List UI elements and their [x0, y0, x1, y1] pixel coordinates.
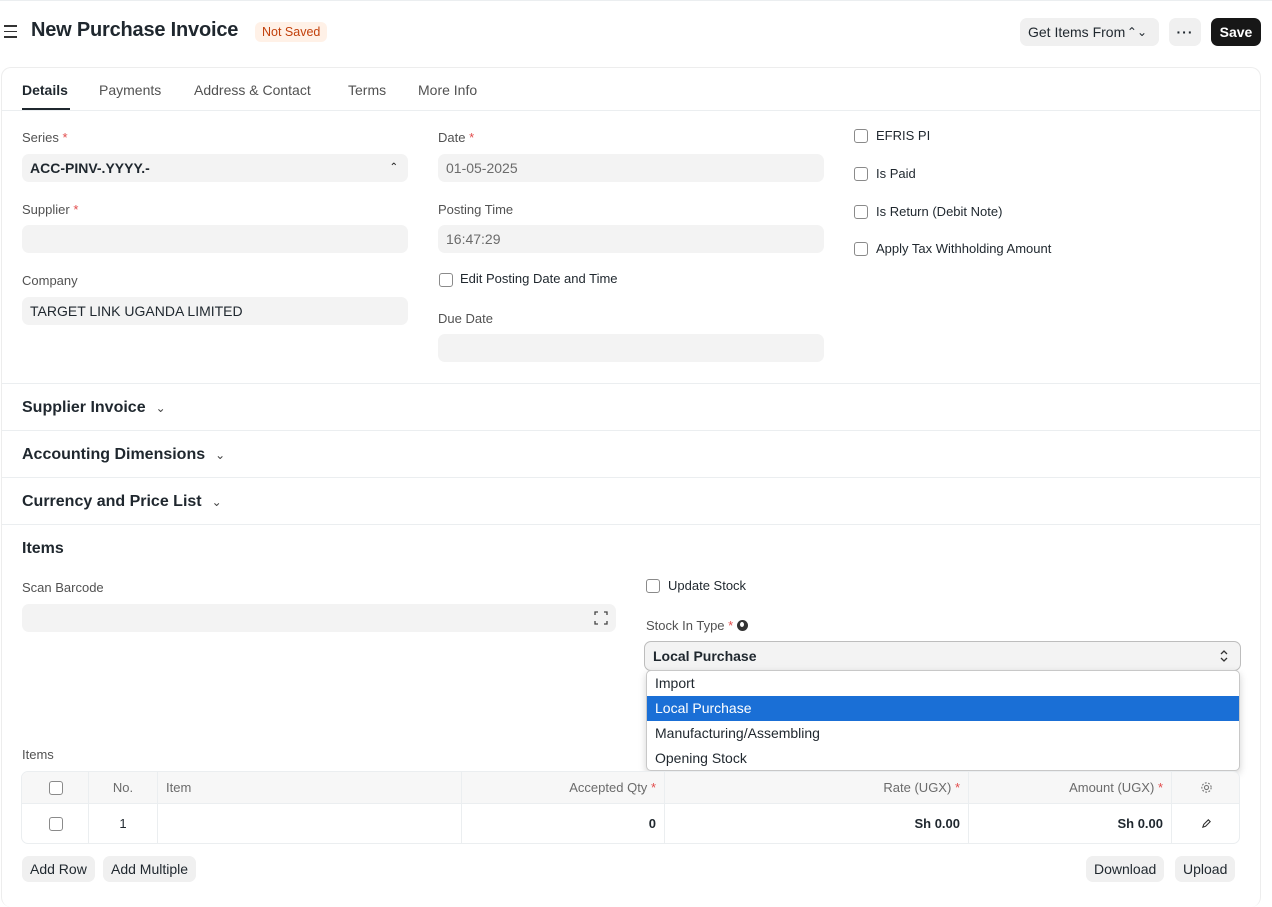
stock-in-type-select[interactable]: Local Purchase [644, 641, 1241, 671]
header-accepted-qty: Accepted Qty * [462, 772, 665, 803]
supplier-input[interactable] [22, 225, 408, 253]
stock-in-type-label: Stock In Type * [646, 618, 749, 633]
pencil-icon [1201, 819, 1211, 829]
dropdown-option-local-purchase[interactable]: Local Purchase [647, 696, 1239, 721]
top-border [0, 0, 1272, 3]
scan-barcode-label: Scan Barcode [22, 580, 104, 595]
table-row[interactable]: 1 0 Sh 0.00 Sh 0.00 [22, 804, 1239, 843]
is-return-label: Is Return (Debit Note) [876, 204, 1003, 219]
edit-posting-checkbox[interactable] [439, 273, 453, 287]
header-rate: Rate (UGX) * [665, 772, 969, 803]
globe-icon [737, 620, 749, 631]
apply-tax-withholding-checkbox[interactable] [854, 242, 868, 256]
due-date-input[interactable] [438, 334, 824, 362]
posting-time-input[interactable]: 16:47:29 [438, 225, 824, 253]
efris-pi-label: EFRIS PI [876, 128, 931, 143]
section-divider [2, 524, 1260, 525]
due-date-label: Due Date [438, 311, 493, 326]
section-divider [2, 383, 1260, 384]
row-amount: Sh 0.00 [969, 804, 1172, 843]
section-divider [2, 430, 1260, 431]
save-button[interactable]: Save [1211, 18, 1261, 46]
items-table-label: Items [22, 747, 54, 762]
select-arrows-icon [1220, 650, 1228, 662]
chevron-down-icon: ⌄ [155, 401, 166, 415]
add-multiple-button[interactable]: Add Multiple [103, 856, 197, 882]
company-input[interactable]: TARGET LINK UGANDA LIMITED [22, 297, 408, 325]
header-no: No. [89, 772, 158, 803]
section-supplier-invoice[interactable]: Supplier Invoice ⌄ [22, 399, 166, 417]
row-select [22, 804, 89, 843]
section-currency-price-list[interactable]: Currency and Price List ⌄ [22, 493, 222, 511]
dropdown-option-opening-stock[interactable]: Opening Stock [647, 746, 1239, 770]
gear-icon [1201, 782, 1212, 793]
upload-button[interactable]: Upload [1175, 856, 1236, 882]
is-paid-label: Is Paid [876, 166, 916, 181]
hamburger-menu-icon[interactable] [4, 25, 18, 39]
scan-barcode-input[interactable] [22, 604, 616, 632]
header-item: Item [158, 772, 462, 803]
get-items-from-button[interactable]: Get Items From ⌃⌄ [1020, 18, 1159, 46]
is-return-checkbox[interactable] [854, 205, 868, 219]
items-table: No. Item Accepted Qty * Rate (UGX) * Amo… [21, 771, 1240, 844]
posting-time-label: Posting Time [438, 202, 514, 217]
active-tab-indicator [22, 108, 70, 110]
header-select-all [22, 772, 89, 803]
select-arrows-icon: ⌃ [389, 162, 398, 173]
date-label: Date * [438, 130, 475, 145]
company-label: Company [22, 273, 78, 288]
chevron-down-icon: ⌄ [215, 448, 226, 462]
table-header: No. Item Accepted Qty * Rate (UGX) * Amo… [22, 772, 1239, 804]
update-stock-label: Update Stock [668, 578, 747, 593]
status-badge: Not Saved [255, 22, 328, 42]
download-button[interactable]: Download [1086, 856, 1165, 882]
row-item[interactable] [158, 804, 462, 843]
items-section-title: Items [22, 540, 64, 557]
tab-more-info[interactable]: More Info [418, 82, 477, 98]
row-rate[interactable]: Sh 0.00 [665, 804, 969, 843]
tab-payments[interactable]: Payments [99, 82, 161, 98]
section-accounting-dimensions[interactable]: Accounting Dimensions ⌄ [22, 446, 225, 464]
dropdown-option-import[interactable]: Import [647, 671, 1239, 696]
chevron-down-icon: ⌄ [211, 495, 222, 509]
update-stock-checkbox[interactable] [646, 579, 660, 593]
stock-in-type-dropdown: Import Local Purchase Manufacturing/Asse… [646, 670, 1240, 771]
edit-posting-label: Edit Posting Date and Time [460, 271, 618, 286]
dropdown-option-manufacturing[interactable]: Manufacturing/Assembling [647, 721, 1239, 746]
column-settings[interactable] [1172, 772, 1239, 803]
row-no: 1 [89, 804, 158, 843]
add-row-button[interactable]: Add Row [22, 856, 95, 882]
tab-address-contact[interactable]: Address & Contact [194, 82, 311, 98]
up-down-chevron-icon: ⌃⌄ [1126, 25, 1147, 39]
tab-bar: Details Payments Address & Contact Terms… [2, 68, 1260, 111]
tab-details[interactable]: Details [22, 82, 68, 98]
apply-tax-withholding-label: Apply Tax Withholding Amount [876, 241, 1052, 256]
is-paid-checkbox[interactable] [854, 167, 868, 181]
row-accepted-qty[interactable]: 0 [462, 804, 665, 843]
series-value: ACC-PINV-.YYYY.- [30, 160, 150, 176]
efris-pi-checkbox[interactable] [854, 129, 868, 143]
select-all-checkbox[interactable] [49, 781, 63, 795]
get-items-from-label: Get Items From [1028, 24, 1126, 40]
supplier-label: Supplier * [22, 202, 79, 217]
more-actions-button[interactable]: ··· [1169, 18, 1201, 46]
row-checkbox[interactable] [49, 817, 63, 831]
row-edit[interactable] [1172, 804, 1239, 843]
header-amount: Amount (UGX) * [969, 772, 1172, 803]
tab-terms[interactable]: Terms [348, 82, 386, 98]
series-select[interactable]: ACC-PINV-.YYYY.- ⌃ [22, 154, 408, 182]
page-title: New Purchase Invoice [31, 19, 239, 41]
series-label: Series * [22, 130, 68, 145]
date-input[interactable]: 01-05-2025 [438, 154, 824, 182]
scan-expand-icon [594, 611, 608, 625]
section-divider [2, 477, 1260, 478]
stock-in-type-value: Local Purchase [653, 648, 757, 664]
